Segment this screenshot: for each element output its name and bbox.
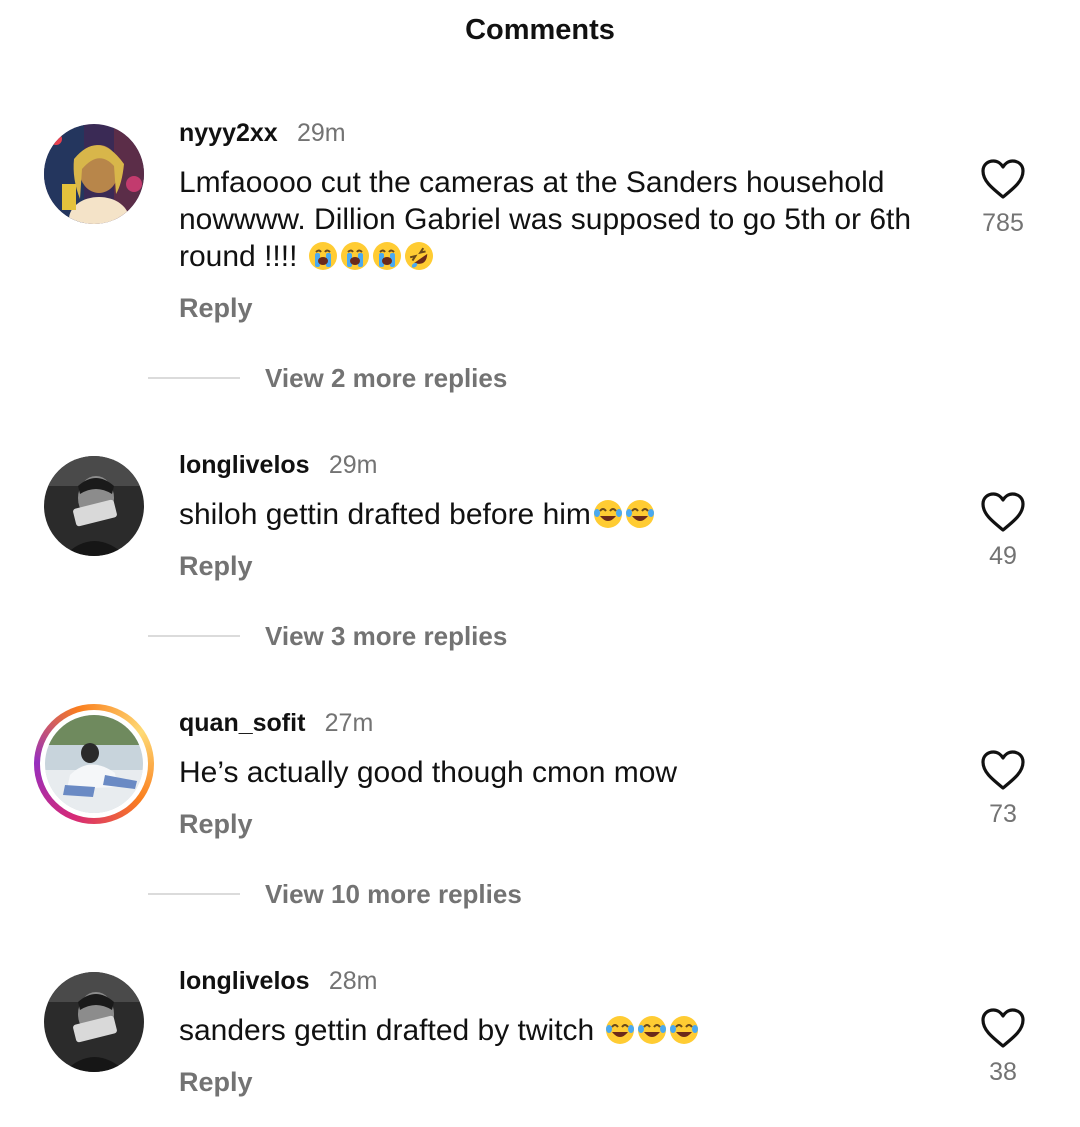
comment-text: sanders gettin drafted by twitch [179,1014,603,1047]
comment-text: Lmfaoooo cut the cameras at the Sanders … [179,166,912,273]
comment-text-block: shiloh gettin drafted before him [179,496,939,533]
replies-divider-line [148,635,240,637]
comment-text-block: sanders gettin drafted by twitch [179,1012,939,1049]
loudly-crying-face-icon [372,242,401,270]
avatar[interactable] [44,124,144,224]
username[interactable]: quan_sofit [179,709,305,737]
reply-button[interactable]: Reply [179,291,253,325]
face-with-tears-of-joy-icon [605,1016,634,1044]
comment-text-block: Lmfaoooo cut the cameras at the Sanders … [179,164,939,275]
face-with-tears-of-joy-icon [669,1016,698,1044]
comment-text-block: He’s actually good though cmon mow [179,754,939,791]
heart-outline-icon[interactable] [980,749,1026,791]
face-with-tears-of-joy-icon [593,500,622,528]
replies-divider-line [148,893,240,895]
comment-text: shiloh gettin drafted before him [179,498,591,531]
loudly-crying-face-icon [340,242,369,270]
rolling-on-floor-laughing-icon [404,242,433,270]
story-ring-gap [40,710,148,818]
like-count: 785 [982,209,1024,237]
heart-outline-icon[interactable] [980,491,1026,533]
face-with-tears-of-joy-icon [625,500,654,528]
like-count: 38 [989,1058,1017,1086]
avatar[interactable] [44,456,144,556]
like-control: 38 [975,1007,1031,1087]
comment-meta: longlivelos 28m [179,964,377,997]
timestamp: 27m [324,709,374,737]
heart-outline-icon[interactable] [980,1007,1026,1049]
reply-button[interactable]: Reply [179,1065,253,1099]
view-more-replies-button[interactable]: View 3 more replies [148,619,507,653]
avatar [45,715,143,813]
avatar-story-ring[interactable] [34,704,154,824]
timestamp: 29m [328,451,378,479]
view-replies-label: View 2 more replies [265,362,508,393]
comment-meta: nyyy2xx 29m [179,116,346,149]
timestamp: 29m [296,119,346,147]
comment-meta: quan_sofit 27m [179,706,373,739]
face-with-tears-of-joy-icon [637,1016,666,1044]
like-control: 73 [975,749,1031,829]
view-replies-label: View 3 more replies [265,620,508,651]
loudly-crying-face-icon [308,242,337,270]
comment-text: He’s actually good though cmon mow [179,756,678,789]
view-more-replies-button[interactable]: View 2 more replies [148,361,507,395]
heart-outline-icon[interactable] [980,158,1026,200]
avatar[interactable] [44,972,144,1072]
comments-sheet: Comments nyyy2xx 29m Lmfaoooo cut the ca… [0,0,1080,1127]
replies-divider-line [148,377,240,379]
sheet-title: Comments [465,14,615,46]
username[interactable]: longlivelos [179,967,310,995]
timestamp: 28m [328,967,378,995]
reply-button[interactable]: Reply [179,807,253,841]
comment-meta: longlivelos 29m [179,448,377,481]
like-count: 73 [989,800,1017,828]
username[interactable]: longlivelos [179,451,310,479]
username[interactable]: nyyy2xx [179,119,278,147]
like-control: 49 [975,491,1031,571]
view-more-replies-button[interactable]: View 10 more replies [148,877,522,911]
like-control: 785 [975,158,1031,238]
reply-button[interactable]: Reply [179,549,253,583]
view-replies-label: View 10 more replies [265,878,522,909]
like-count: 49 [989,542,1017,570]
